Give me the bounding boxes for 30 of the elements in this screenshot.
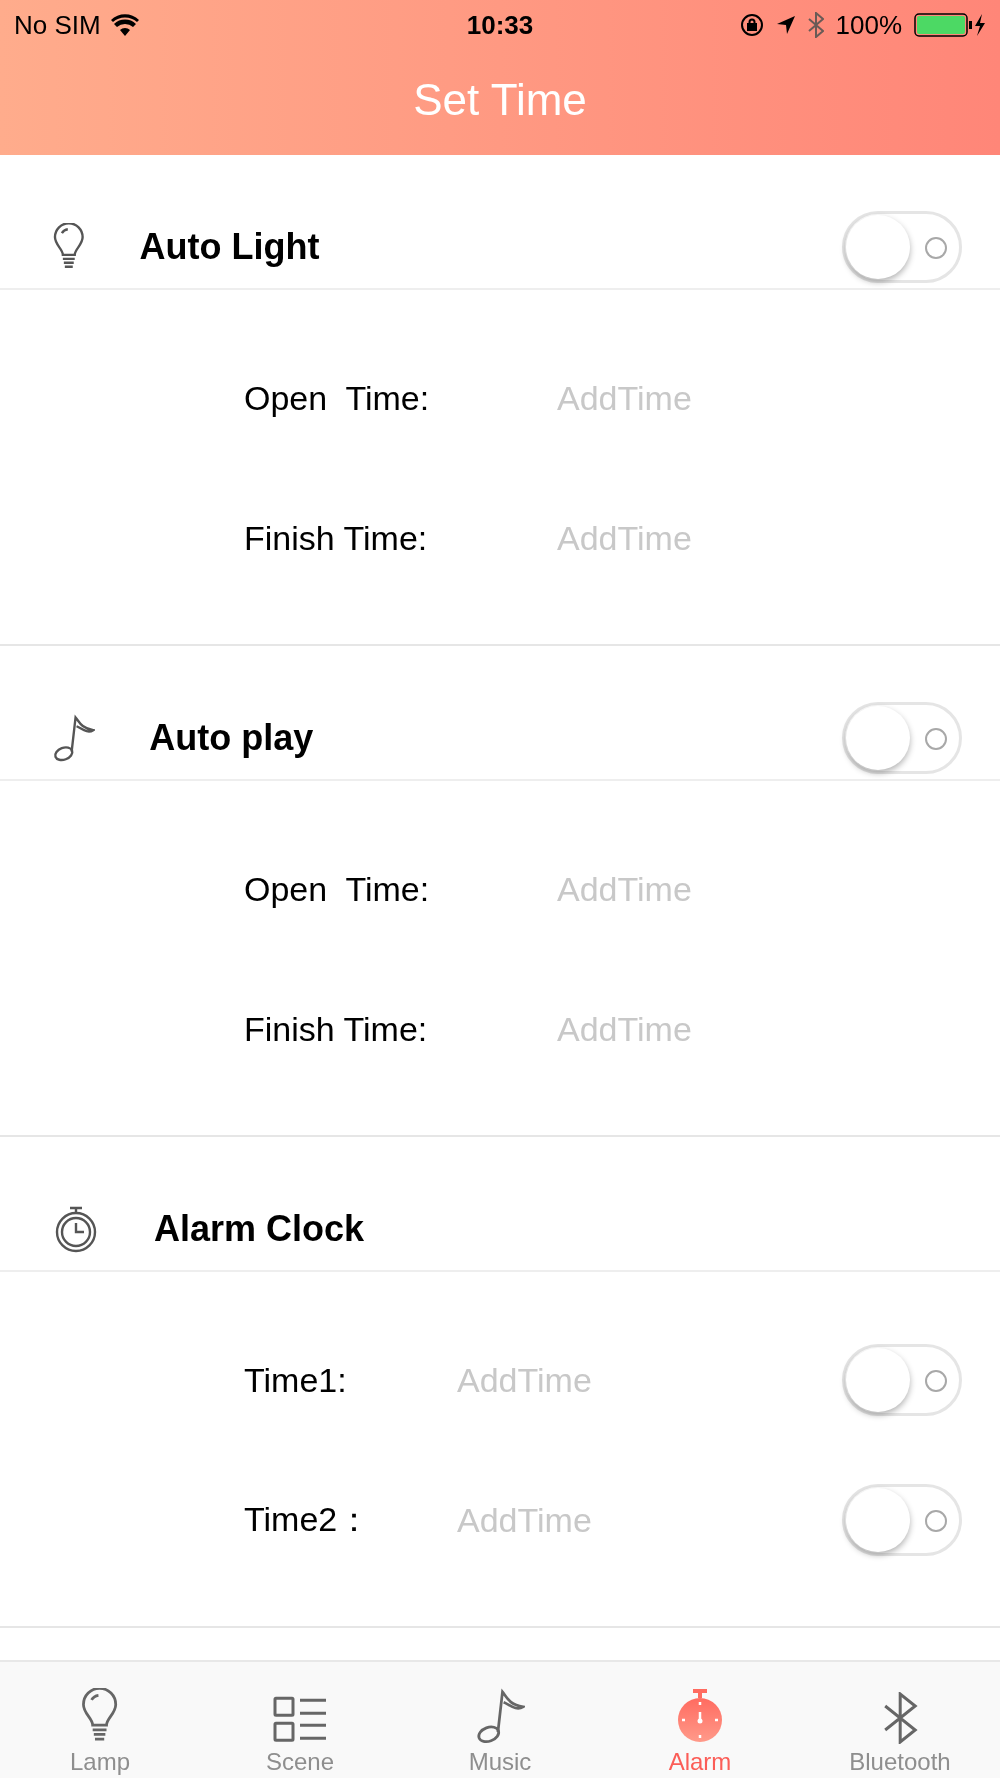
time-label: Time2： (244, 1499, 373, 1540)
music-note-icon (52, 713, 96, 762)
time-label: Finish Time: (244, 518, 429, 558)
music-note-icon (474, 1688, 526, 1744)
clock-label: 10:33 (466, 9, 534, 41)
tab-bar-item[interactable]: Scene (200, 1662, 400, 1778)
time-label: Time1: (244, 1360, 348, 1400)
battery-percent: 100% (835, 9, 902, 41)
time-label: Open Time: (244, 378, 431, 418)
light-bulb-icon (52, 222, 86, 271)
toggle-switch[interactable] (842, 1344, 962, 1416)
location-arrow-icon (775, 15, 796, 35)
tab-bar-item[interactable]: Music (400, 1662, 600, 1778)
bluetooth-icon (807, 12, 824, 38)
toggle-switch[interactable] (842, 701, 962, 774)
rotation-lock-icon (739, 13, 764, 37)
time-label: Finish Time: (244, 1009, 429, 1049)
tab-bar-item[interactable]: Bluetooth (800, 1662, 1000, 1778)
page-title: Set Time (412, 73, 588, 126)
toggle-switch[interactable] (842, 1484, 962, 1556)
wifi-icon (110, 14, 139, 36)
section-title: Auto Light (139, 225, 321, 268)
battery-charging-icon (914, 13, 986, 37)
tab-bar-item[interactable]: Alarm (600, 1662, 800, 1778)
section-title: Auto play (149, 716, 315, 759)
time-label: Open Time: (244, 869, 431, 909)
section-title: Alarm Clock (154, 1207, 366, 1250)
carrier-label: No SIM (14, 9, 101, 41)
toggle-switch[interactable] (842, 210, 962, 283)
tab-bar-item[interactable]: Lamp (0, 1662, 200, 1778)
